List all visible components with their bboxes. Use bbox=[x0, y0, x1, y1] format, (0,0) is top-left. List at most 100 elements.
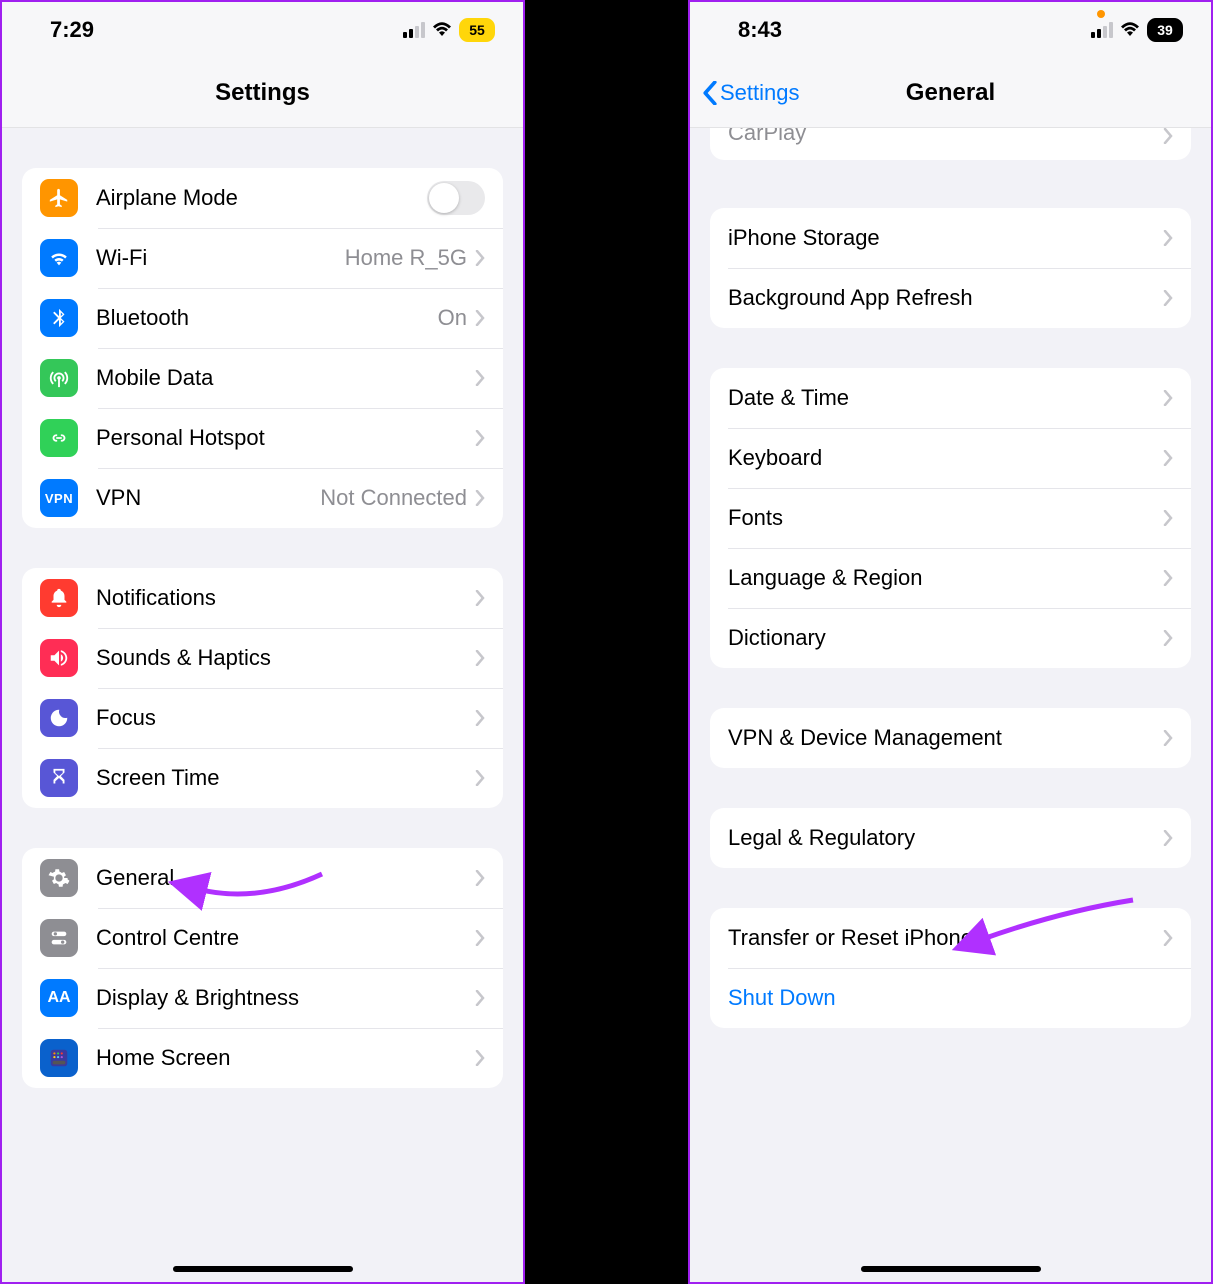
right-phone-general: 8:43 39 Settings General CarPlay iPhone … bbox=[688, 0, 1213, 1284]
row-dictionary[interactable]: Dictionary bbox=[710, 608, 1191, 668]
row-sounds-haptics[interactable]: Sounds & Haptics bbox=[22, 628, 503, 688]
row-personal-hotspot[interactable]: Personal Hotspot bbox=[22, 408, 503, 468]
page-title: Settings bbox=[215, 79, 310, 107]
chevron-right-icon bbox=[1163, 730, 1173, 746]
row-label: VPN bbox=[96, 485, 320, 511]
row-label: Bluetooth bbox=[96, 305, 438, 331]
row-label: General bbox=[96, 865, 475, 891]
chevron-right-icon bbox=[1163, 390, 1173, 406]
chevron-right-icon bbox=[1163, 830, 1173, 846]
left-phone-settings: 7:29 55 Settings Airplane Mode bbox=[0, 0, 525, 1284]
chevron-right-icon bbox=[475, 430, 485, 446]
row-legal-regulatory[interactable]: Legal & Regulatory bbox=[710, 808, 1191, 868]
row-label: Keyboard bbox=[728, 445, 1163, 471]
general-content[interactable]: CarPlay iPhone Storage Background App Re… bbox=[690, 128, 1211, 1282]
chevron-right-icon bbox=[475, 250, 485, 266]
status-bar: 7:29 55 bbox=[2, 2, 523, 58]
chevron-right-icon bbox=[475, 710, 485, 726]
bluetooth-icon bbox=[40, 299, 78, 337]
row-label: Legal & Regulatory bbox=[728, 825, 1163, 851]
chevron-right-icon bbox=[1163, 570, 1173, 586]
row-shut-down[interactable]: Shut Down bbox=[710, 968, 1191, 1028]
chevron-right-icon bbox=[475, 310, 485, 326]
row-mobile-data[interactable]: Mobile Data bbox=[22, 348, 503, 408]
speaker-icon bbox=[40, 639, 78, 677]
row-wifi[interactable]: Wi-Fi Home R_5G bbox=[22, 228, 503, 288]
settings-content[interactable]: Airplane Mode Wi-Fi Home R_5G Bluetooth … bbox=[2, 128, 523, 1282]
airplane-toggle[interactable] bbox=[427, 181, 485, 215]
row-keyboard[interactable]: Keyboard bbox=[710, 428, 1191, 488]
general-section-legal: Legal & Regulatory bbox=[710, 808, 1191, 868]
row-label: Language & Region bbox=[728, 565, 1163, 591]
row-label: Fonts bbox=[728, 505, 1163, 531]
row-home-screen[interactable]: Home Screen bbox=[22, 1028, 503, 1088]
row-date-time[interactable]: Date & Time bbox=[710, 368, 1191, 428]
row-label: Control Centre bbox=[96, 925, 475, 951]
chevron-right-icon bbox=[1163, 450, 1173, 466]
general-section-localization: Date & Time Keyboard Fonts Language & Re… bbox=[710, 368, 1191, 668]
chevron-right-icon bbox=[1163, 630, 1173, 646]
row-screen-time[interactable]: Screen Time bbox=[22, 748, 503, 808]
cellular-signal-icon bbox=[403, 22, 425, 38]
row-notifications[interactable]: Notifications bbox=[22, 568, 503, 628]
row-airplane-mode[interactable]: Airplane Mode bbox=[22, 168, 503, 228]
back-button[interactable]: Settings bbox=[702, 80, 800, 106]
row-general[interactable]: General bbox=[22, 848, 503, 908]
home-screen-grid-icon bbox=[40, 1039, 78, 1077]
row-label: Transfer or Reset iPhone bbox=[728, 925, 1163, 951]
status-indicators: 39 bbox=[1091, 18, 1183, 42]
row-label: Personal Hotspot bbox=[96, 425, 475, 451]
row-vpn[interactable]: VPN VPN Not Connected bbox=[22, 468, 503, 528]
home-indicator[interactable] bbox=[173, 1266, 353, 1272]
row-carplay-partial[interactable]: CarPlay bbox=[710, 128, 1191, 160]
general-section-storage: iPhone Storage Background App Refresh bbox=[710, 208, 1191, 328]
battery-indicator: 55 bbox=[459, 18, 495, 42]
chevron-right-icon bbox=[475, 490, 485, 506]
status-time: 8:43 bbox=[738, 17, 782, 43]
chevron-right-icon bbox=[475, 1050, 485, 1066]
row-label: Background App Refresh bbox=[728, 285, 1163, 311]
row-bluetooth[interactable]: Bluetooth On bbox=[22, 288, 503, 348]
wifi-settings-icon bbox=[40, 239, 78, 277]
general-section-reset: Transfer or Reset iPhone Shut Down bbox=[710, 908, 1191, 1028]
text-size-icon: AA bbox=[40, 979, 78, 1017]
row-fonts[interactable]: Fonts bbox=[710, 488, 1191, 548]
hourglass-icon bbox=[40, 759, 78, 797]
wifi-icon bbox=[1120, 22, 1140, 38]
row-label: iPhone Storage bbox=[728, 225, 1163, 251]
row-display-brightness[interactable]: AA Display & Brightness bbox=[22, 968, 503, 1028]
vpn-icon: VPN bbox=[40, 479, 78, 517]
row-label: Date & Time bbox=[728, 385, 1163, 411]
settings-section-general: General Control Centre AA Display & Brig… bbox=[22, 848, 503, 1088]
row-label: Wi-Fi bbox=[96, 245, 345, 271]
row-label: Screen Time bbox=[96, 765, 475, 791]
row-value: Home R_5G bbox=[345, 245, 467, 271]
row-label: Notifications bbox=[96, 585, 475, 611]
row-label: Dictionary bbox=[728, 625, 1163, 651]
row-control-centre[interactable]: Control Centre bbox=[22, 908, 503, 968]
row-label: Display & Brightness bbox=[96, 985, 475, 1011]
status-time: 7:29 bbox=[50, 17, 94, 43]
gear-icon bbox=[40, 859, 78, 897]
hotspot-icon bbox=[40, 419, 78, 457]
chevron-right-icon bbox=[475, 990, 485, 1006]
status-bar: 8:43 39 bbox=[690, 2, 1211, 58]
chevron-right-icon bbox=[1163, 510, 1173, 526]
general-section-vpn: VPN & Device Management bbox=[710, 708, 1191, 768]
row-transfer-reset-iphone[interactable]: Transfer or Reset iPhone bbox=[710, 908, 1191, 968]
nav-header: Settings bbox=[2, 58, 523, 128]
row-focus[interactable]: Focus bbox=[22, 688, 503, 748]
row-background-app-refresh[interactable]: Background App Refresh bbox=[710, 268, 1191, 328]
row-iphone-storage[interactable]: iPhone Storage bbox=[710, 208, 1191, 268]
wifi-icon bbox=[432, 22, 452, 38]
row-vpn-device-management[interactable]: VPN & Device Management bbox=[710, 708, 1191, 768]
settings-section-notifications: Notifications Sounds & Haptics Focus bbox=[22, 568, 503, 808]
privacy-dot-icon bbox=[1097, 10, 1105, 18]
chevron-right-icon bbox=[1163, 290, 1173, 306]
home-indicator[interactable] bbox=[861, 1266, 1041, 1272]
chevron-right-icon bbox=[475, 870, 485, 886]
row-label: VPN & Device Management bbox=[728, 725, 1163, 751]
row-language-region[interactable]: Language & Region bbox=[710, 548, 1191, 608]
chevron-right-icon bbox=[1163, 128, 1173, 144]
bell-icon bbox=[40, 579, 78, 617]
